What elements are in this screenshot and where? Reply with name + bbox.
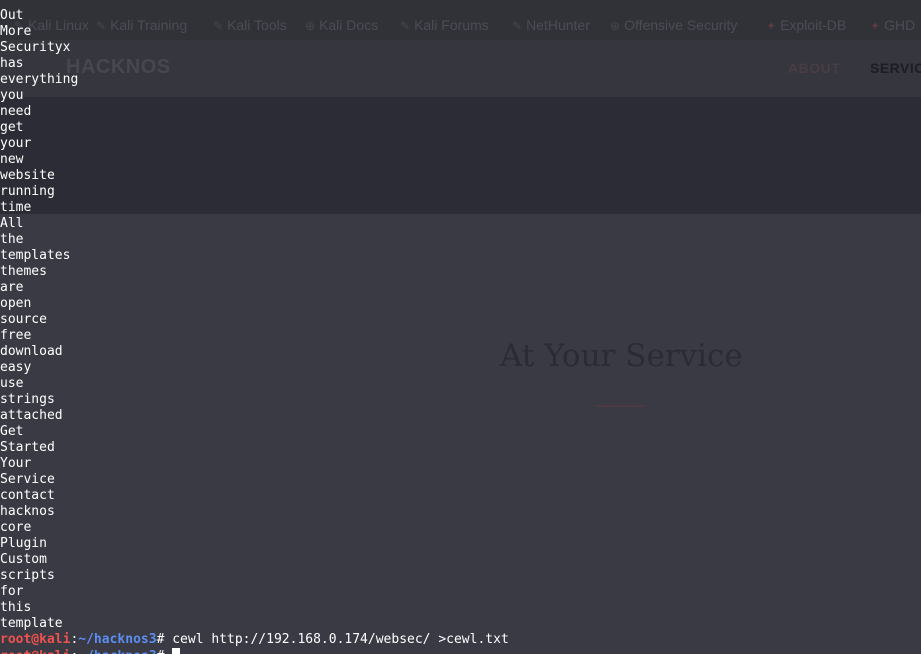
- terminal-output-line: Get: [0, 424, 24, 439]
- prompt-hash: #: [156, 632, 173, 647]
- terminal-output-line: you: [0, 88, 24, 103]
- terminal-output-line: download: [0, 344, 63, 359]
- terminal-output-line: this: [0, 600, 32, 615]
- terminal-output-line: for: [0, 584, 24, 599]
- terminal-output-line: Plugin: [0, 536, 47, 551]
- terminal-output-line: has: [0, 56, 24, 71]
- terminal-output-line: use: [0, 376, 24, 391]
- terminal-active-prompt[interactable]: root@kali:~/hacknos3#: [0, 648, 181, 654]
- terminal-output-line: time: [0, 200, 32, 215]
- terminal-output-line: attached: [0, 408, 63, 423]
- prompt-user: root@kali: [0, 632, 71, 647]
- terminal-output-line: need: [0, 104, 32, 119]
- terminal-output-line: Securityx: [0, 40, 71, 55]
- terminal-output-line: Started: [0, 440, 55, 455]
- terminal-output-line: contact: [0, 488, 55, 503]
- desktop-screen: ✎ Kali Linux ✎ Kali Training ✎ Kali Tools ⊕…: [0, 0, 921, 654]
- terminal-output-line: open: [0, 296, 32, 311]
- terminal-cursor: [172, 648, 181, 654]
- terminal-output-line: Service: [0, 472, 55, 487]
- terminal-output-line: Your: [0, 456, 32, 471]
- terminal-command-line[interactable]: root@kali:~/hacknos3# cewl http://192.16…: [0, 632, 509, 648]
- terminal-output-line: are: [0, 280, 24, 295]
- prompt-hash: #: [157, 649, 173, 654]
- terminal-output-line: core: [0, 520, 32, 535]
- terminal-output-line: everything: [0, 72, 79, 87]
- terminal-output-line: free: [0, 328, 32, 343]
- terminal-output-line: source: [0, 312, 47, 327]
- terminal-output-line: Out: [0, 8, 24, 23]
- terminal-output-line: More: [0, 24, 32, 39]
- terminal-output-line: themes: [0, 264, 47, 279]
- prompt-user: root@kali: [0, 649, 70, 654]
- terminal-output-line: the: [0, 232, 24, 247]
- terminal-output-line: easy: [0, 360, 32, 375]
- terminal-output-line: your: [0, 136, 32, 151]
- terminal-output-line: hacknos: [0, 504, 55, 519]
- terminal-output: Out More Securityx has everything you need get y…: [0, 8, 921, 632]
- terminal-output-line: All: [0, 216, 24, 231]
- terminal-output-line: new: [0, 152, 24, 167]
- terminal-output-line: website: [0, 168, 55, 183]
- terminal-output-line: templates: [0, 248, 71, 263]
- terminal-output-line: Custom: [0, 552, 47, 567]
- terminal-output-line: strings: [0, 392, 55, 407]
- prompt-path: ~/hacknos3: [78, 649, 156, 654]
- terminal-output-line: scripts: [0, 568, 55, 583]
- terminal-output-line: running: [0, 184, 55, 199]
- terminal-output-line: get: [0, 120, 24, 135]
- prompt-path: ~/hacknos3: [78, 632, 157, 647]
- terminal-output-line: template: [0, 616, 63, 631]
- terminal-command: cewl http://192.168.0.174/websec/ >cewl.…: [172, 632, 509, 647]
